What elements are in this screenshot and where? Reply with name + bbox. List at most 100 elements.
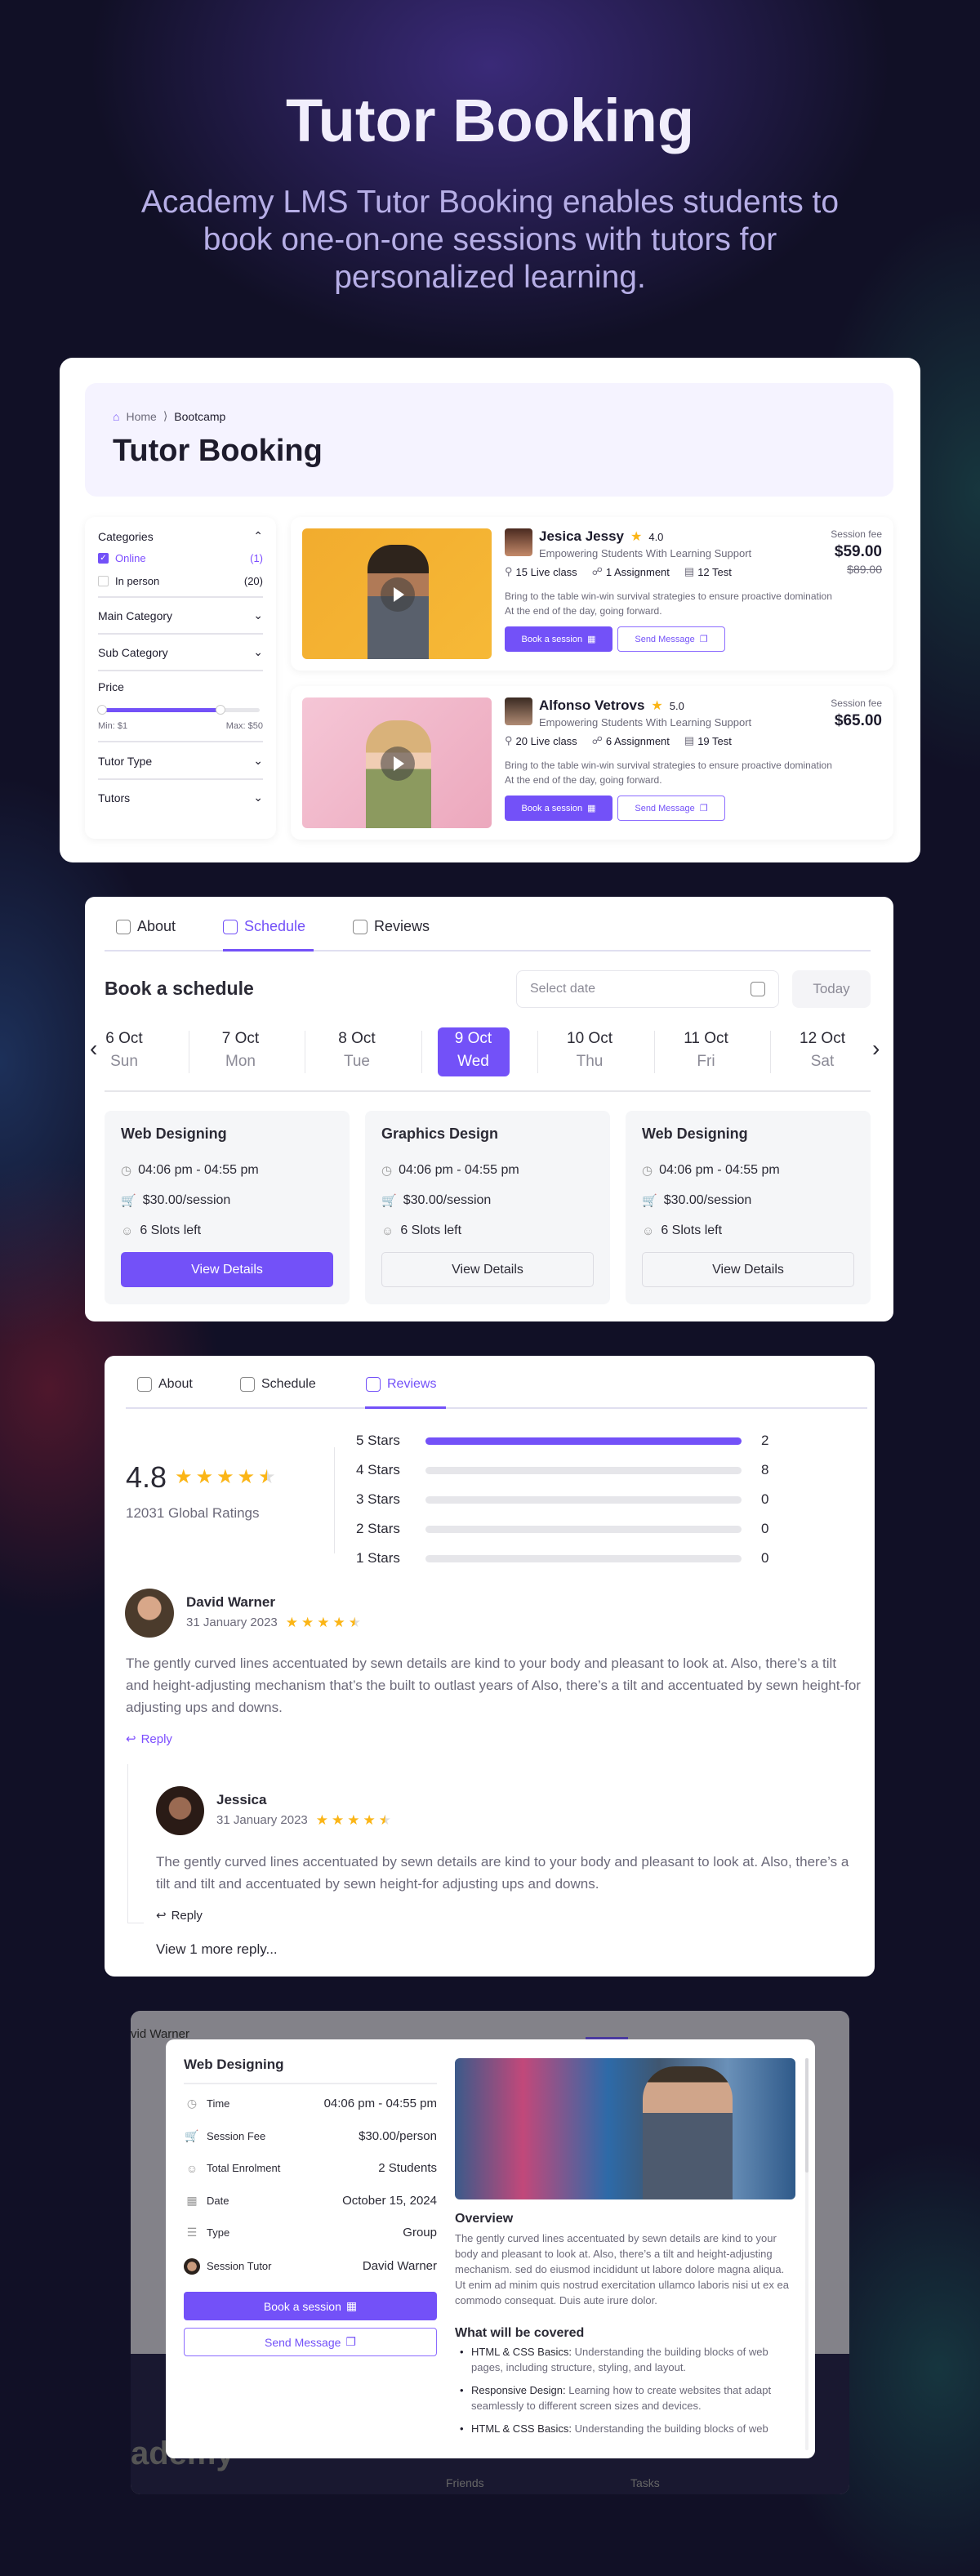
tutor-name[interactable]: Jesica Jessy <box>539 528 624 545</box>
filter-tutors[interactable]: Tutors ⌄ <box>98 791 263 804</box>
date-picker-input[interactable]: Select date <box>516 970 779 1008</box>
chevron-right-icon[interactable]: › <box>872 1036 880 1062</box>
active-tab-indicator <box>223 949 314 952</box>
covered-item-text: Understanding the building blocks of web <box>572 2422 768 2435</box>
chevron-down-icon: ⌄ <box>253 645 263 658</box>
reply-button[interactable]: ↩ Reply <box>156 1908 203 1923</box>
tabs-divider <box>126 1407 867 1409</box>
detail-label: Session Tutor <box>207 2260 272 2272</box>
divider <box>184 2083 437 2084</box>
filter-tutor-type[interactable]: Tutor Type ⌄ <box>98 754 263 768</box>
send-message-button[interactable]: Send Message ❐ <box>617 796 725 821</box>
view-more-replies-link[interactable]: View 1 more reply... <box>156 1941 278 1958</box>
date-weekday: Mon <box>225 1053 256 1070</box>
play-icon[interactable] <box>381 577 415 612</box>
view-details-button[interactable]: View Details <box>381 1252 594 1287</box>
star-icon: ★ <box>216 1466 234 1488</box>
tab-reviews[interactable]: Reviews <box>366 1377 436 1392</box>
book-session-button[interactable]: Book a session ▦ <box>184 2292 437 2320</box>
date-option[interactable]: 6 Oct Sun <box>88 1027 160 1076</box>
tab-about[interactable]: About <box>116 918 176 935</box>
filter-categories[interactable]: Categories ⌃ <box>98 529 263 543</box>
star-icon: ★ <box>317 1615 330 1630</box>
date-option[interactable]: 9 Oct Wed <box>437 1027 510 1076</box>
clock-icon: ◷ <box>186 2097 198 2110</box>
tab-label: About <box>137 918 176 934</box>
slot-price: $30.00/session <box>142 1193 231 1207</box>
divider <box>98 596 263 598</box>
date-option[interactable]: 7 Oct Mon <box>205 1027 277 1076</box>
price-slider[interactable] <box>97 705 260 715</box>
date-separator <box>421 1031 422 1073</box>
modal-scrollbar[interactable] <box>805 2058 808 2450</box>
book-session-button[interactable]: Book a session ▦ <box>505 796 612 821</box>
view-details-button[interactable]: View Details <box>121 1252 333 1287</box>
slider-handle-min[interactable] <box>97 705 107 715</box>
date-option[interactable]: 11 Oct Fri <box>670 1027 742 1076</box>
clock-icon: ◷ <box>642 1164 653 1178</box>
chevron-up-icon: ⌃ <box>253 529 263 542</box>
tutor-subtitle: Empowering Students With Learning Suppor… <box>539 547 752 559</box>
tab-reviews[interactable]: Reviews <box>353 918 430 935</box>
send-message-button[interactable]: Send Message ❐ <box>184 2328 437 2356</box>
date-option[interactable]: 12 Oct Sat <box>786 1027 858 1076</box>
send-message-button[interactable]: Send Message ❐ <box>617 626 725 652</box>
filter-option-online[interactable]: ✓ Online (1) <box>98 552 263 564</box>
filter-main-category[interactable]: Main Category ⌄ <box>98 608 263 622</box>
book-session-button[interactable]: Book a session ▦ <box>505 626 612 652</box>
view-details-button[interactable]: View Details <box>642 1252 854 1287</box>
date-option[interactable]: 8 Oct Tue <box>321 1027 393 1076</box>
covered-item-title: HTML & CSS Basics: <box>471 2422 572 2435</box>
detail-row: Session Tutor David Warner <box>184 2257 437 2275</box>
tutor-subtitle: Empowering Students With Learning Suppor… <box>539 716 752 729</box>
tutor-video-thumbnail[interactable] <box>302 697 492 828</box>
date-day: 10 Oct <box>567 1030 612 1047</box>
checkbox-checked-icon[interactable]: ✓ <box>98 553 109 564</box>
original-fee: $89.00 <box>847 563 882 576</box>
play-icon[interactable] <box>381 747 415 781</box>
button-label: View Details <box>452 1262 523 1277</box>
detail-label: Total Enrolment <box>207 2162 281 2174</box>
date-weekday: Fri <box>697 1053 715 1070</box>
slider-handle-max[interactable] <box>215 705 225 715</box>
schedule-heading: Book a schedule <box>105 978 254 999</box>
checkbox-icon[interactable] <box>98 576 109 586</box>
session-fee: $65.00 <box>834 712 882 729</box>
filter-sub-category[interactable]: Sub Category ⌄ <box>98 645 263 659</box>
breadcrumb-home[interactable]: Home <box>126 410 156 423</box>
hero-title: Tutor Booking <box>285 87 695 154</box>
detail-label: Date <box>207 2194 229 2207</box>
overview-text: The gently curved lines accentuated by s… <box>455 2232 789 2306</box>
star-icon: ★ <box>378 1812 392 1828</box>
star-level-label: 5 Stars <box>356 1433 400 1448</box>
tutor-video-thumbnail[interactable] <box>302 528 492 659</box>
star-level-label: 3 Stars <box>356 1491 400 1507</box>
review-text: The gently curved lines accentuated by s… <box>126 1656 861 1715</box>
reply-button[interactable]: ↩ Reply <box>126 1731 172 1747</box>
reviewer-name: David Warner <box>186 1594 275 1610</box>
slot-time: 04:06 pm - 04:55 pm <box>399 1163 519 1177</box>
cart-icon: 🛒 <box>381 1194 397 1208</box>
slot-slots: 6 Slots left <box>140 1223 202 1237</box>
detail-row: ▦ Date October 15, 2024 <box>184 2194 437 2208</box>
slot-price: $30.00/session <box>663 1193 752 1207</box>
star-level-label: 1 Stars <box>356 1550 400 1566</box>
today-button[interactable]: Today <box>792 970 871 1008</box>
tab-schedule[interactable]: Schedule <box>240 1377 316 1392</box>
filter-option-in-person[interactable]: In person (20) <box>98 575 263 587</box>
date-option[interactable]: 10 Oct Thu <box>554 1027 626 1076</box>
covered-item-title: Responsive Design: <box>471 2384 566 2396</box>
bullet-icon: • <box>460 2384 464 2396</box>
slot-title: Web Designing <box>121 1125 227 1142</box>
filter-price-label: Price <box>98 680 263 693</box>
star-level-count: 2 <box>761 1433 769 1448</box>
date-separator <box>653 1031 655 1073</box>
tab-about[interactable]: About <box>137 1377 193 1392</box>
detail-value: $30.00/person <box>359 2128 437 2143</box>
button-label: View Details <box>712 1262 784 1277</box>
assignment-count: 1 Assignment <box>605 565 670 578</box>
tutor-description-2: At the end of the day, going forward. <box>505 605 662 617</box>
button-label: Book a session <box>263 2299 341 2313</box>
tab-schedule[interactable]: Schedule <box>223 918 305 935</box>
tutor-name[interactable]: Alfonso Vetrovs <box>539 697 644 714</box>
